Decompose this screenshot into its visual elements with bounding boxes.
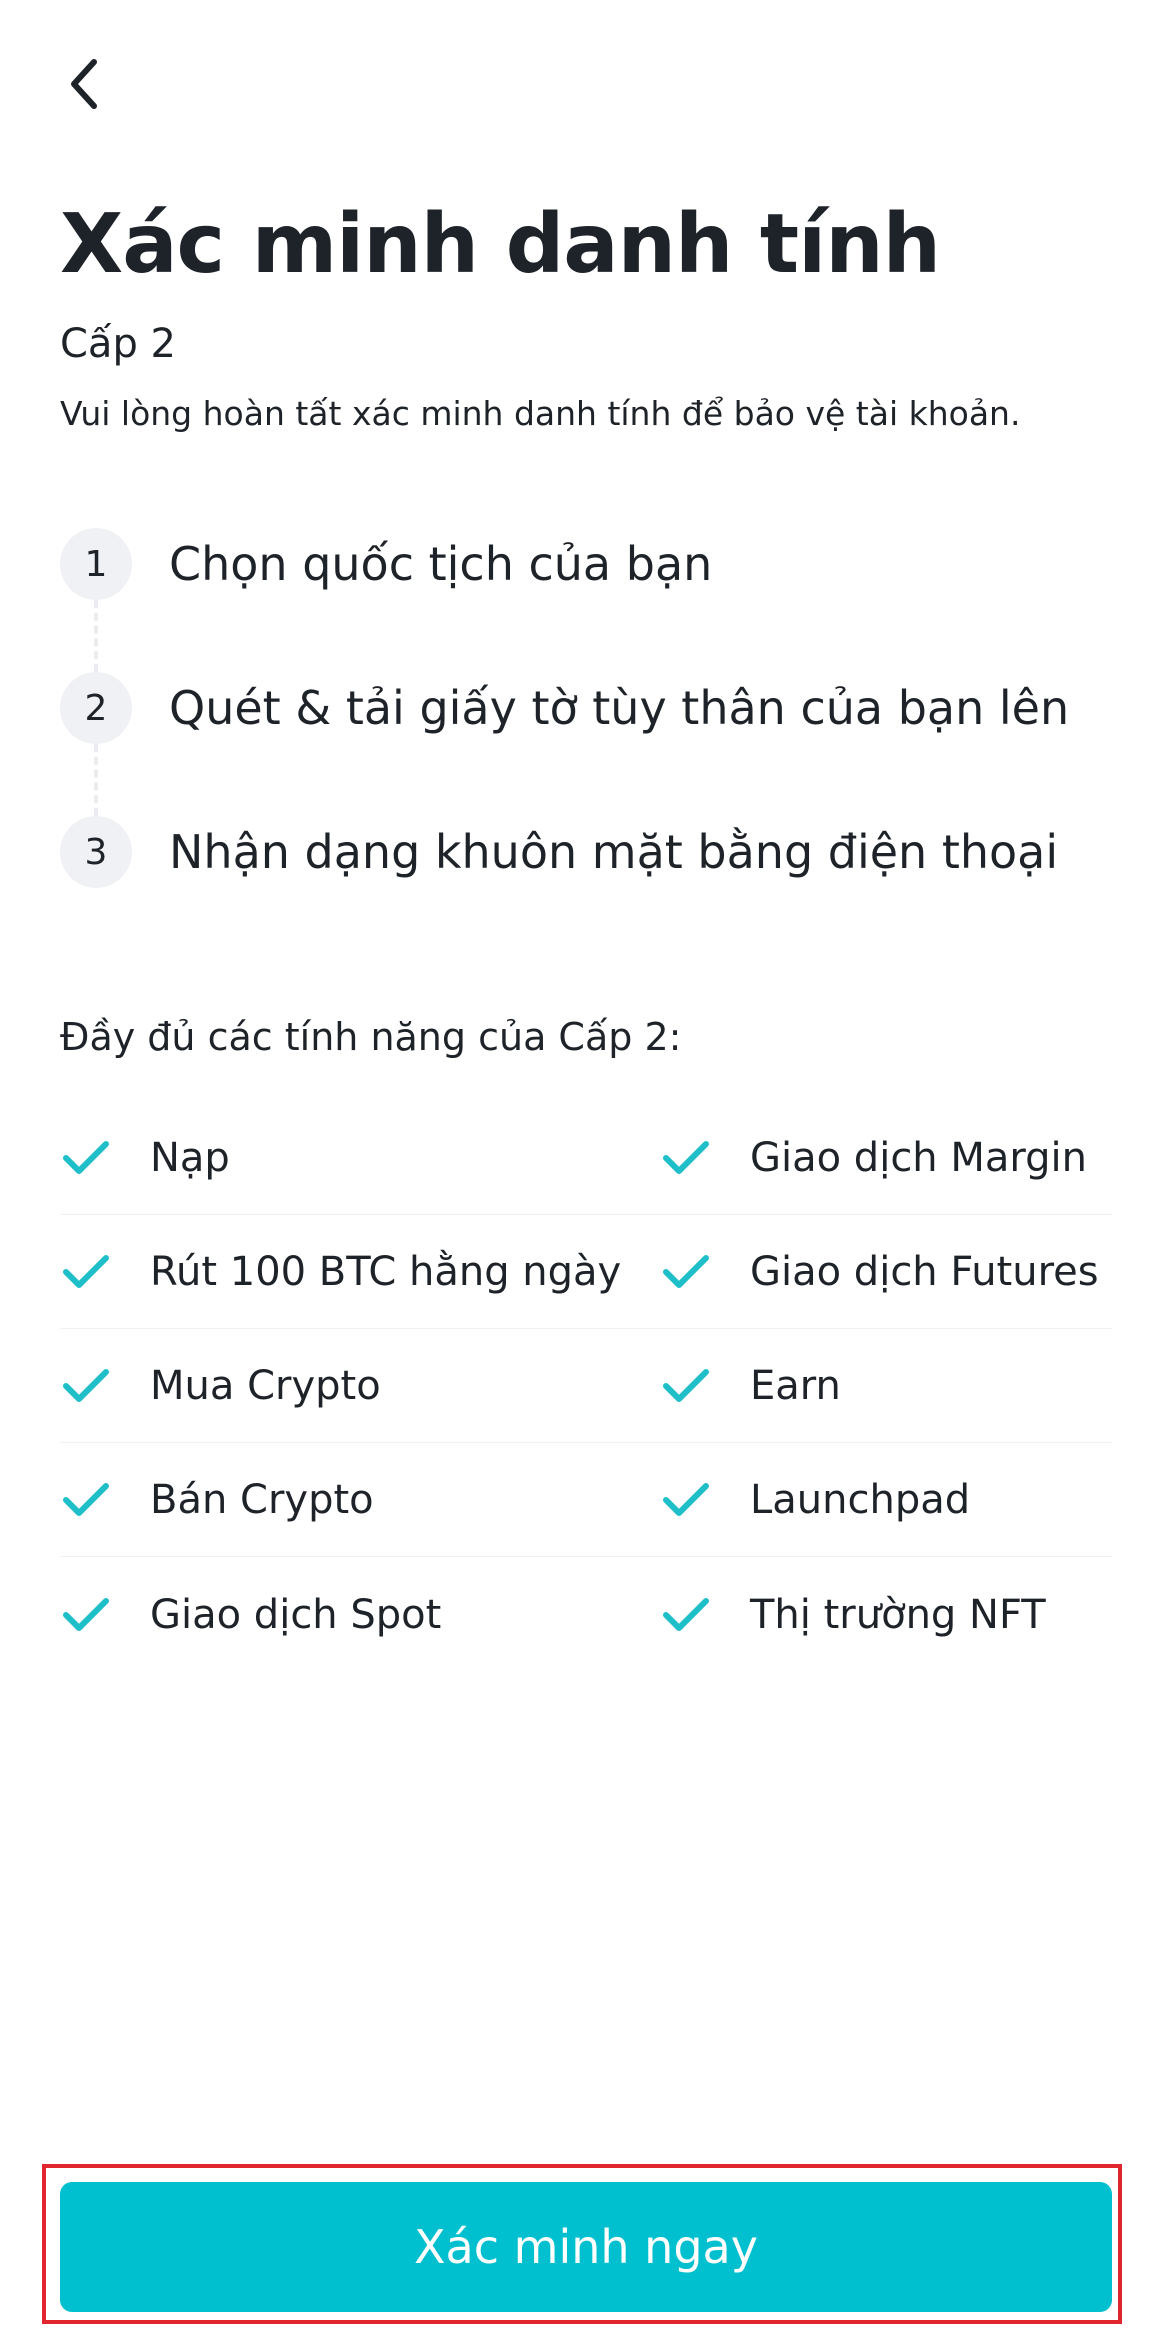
step-item: 3 Nhận dạng khuôn mặt bằng điện thoại — [60, 816, 1120, 888]
checkmark-icon — [660, 1474, 712, 1526]
step-label: Quét & tải giấy tờ tùy thân của bạn lên — [169, 681, 1070, 735]
feature-label: Rút 100 BTC hằng ngày — [150, 1249, 622, 1295]
verification-steps: 1 Chọn quốc tịch của bạn 2 Quét & tải gi… — [60, 528, 1120, 960]
feature-item: Bán Crypto — [60, 1444, 660, 1556]
feature-item: Mua Crypto — [60, 1330, 660, 1442]
verification-level: Cấp 2 — [60, 321, 176, 367]
feature-label: Nạp — [150, 1135, 230, 1181]
step-number-badge: 2 — [60, 672, 132, 744]
checkmark-icon — [660, 1246, 712, 1298]
checkmark-icon — [60, 1132, 112, 1184]
feature-row: Rút 100 BTC hằng ngày Giao dịch Futures — [60, 1216, 1112, 1329]
feature-label: Mua Crypto — [150, 1363, 381, 1409]
page-description: Vui lòng hoàn tất xác minh danh tính để … — [60, 394, 1021, 433]
checkmark-icon — [660, 1589, 712, 1641]
checkmark-icon — [660, 1360, 712, 1412]
feature-item: Launchpad — [660, 1444, 1112, 1556]
step-connector — [94, 600, 98, 672]
feature-row: Mua Crypto Earn — [60, 1330, 1112, 1443]
feature-item: Nạp — [60, 1102, 660, 1214]
checkmark-icon — [60, 1360, 112, 1412]
checkmark-icon — [60, 1589, 112, 1641]
feature-item: Thị trường NFT — [660, 1558, 1112, 1671]
feature-label: Launchpad — [750, 1477, 971, 1523]
step-number-badge: 3 — [60, 816, 132, 888]
step-connector — [94, 744, 98, 816]
feature-label: Bán Crypto — [150, 1477, 374, 1523]
feature-label: Giao dịch Futures — [750, 1249, 1099, 1295]
feature-item: Giao dịch Margin — [660, 1102, 1112, 1214]
feature-row: Giao dịch Spot Thị trường NFT — [60, 1558, 1112, 1671]
chevron-left-icon — [66, 58, 102, 114]
step-item: 1 Chọn quốc tịch của bạn — [60, 528, 1120, 672]
feature-item: Giao dịch Futures — [660, 1216, 1112, 1328]
checkmark-icon — [60, 1246, 112, 1298]
feature-label: Earn — [750, 1363, 841, 1409]
feature-item: Rút 100 BTC hằng ngày — [60, 1216, 660, 1328]
feature-label: Thị trường NFT — [750, 1591, 1046, 1638]
step-number-badge: 1 — [60, 528, 132, 600]
feature-label: Giao dịch Spot — [150, 1591, 442, 1638]
back-button[interactable] — [54, 56, 114, 116]
step-label: Chọn quốc tịch của bạn — [169, 537, 713, 591]
checkmark-icon — [60, 1474, 112, 1526]
feature-item: Giao dịch Spot — [60, 1558, 660, 1671]
features-list: Nạp Giao dịch Margin Rút 100 BTC hằng ng… — [60, 1102, 1112, 1672]
feature-item: Earn — [660, 1330, 1112, 1442]
feature-row: Bán Crypto Launchpad — [60, 1444, 1112, 1557]
step-label: Nhận dạng khuôn mặt bằng điện thoại — [169, 825, 1059, 879]
verify-now-button[interactable]: Xác minh ngay — [60, 2182, 1112, 2312]
feature-row: Nạp Giao dịch Margin — [60, 1102, 1112, 1215]
features-heading: Đầy đủ các tính năng của Cấp 2: — [60, 1015, 682, 1059]
step-item: 2 Quét & tải giấy tờ tùy thân của bạn lê… — [60, 672, 1120, 816]
feature-label: Giao dịch Margin — [750, 1135, 1087, 1181]
page-title: Xác minh danh tính — [60, 197, 941, 292]
checkmark-icon — [660, 1132, 712, 1184]
